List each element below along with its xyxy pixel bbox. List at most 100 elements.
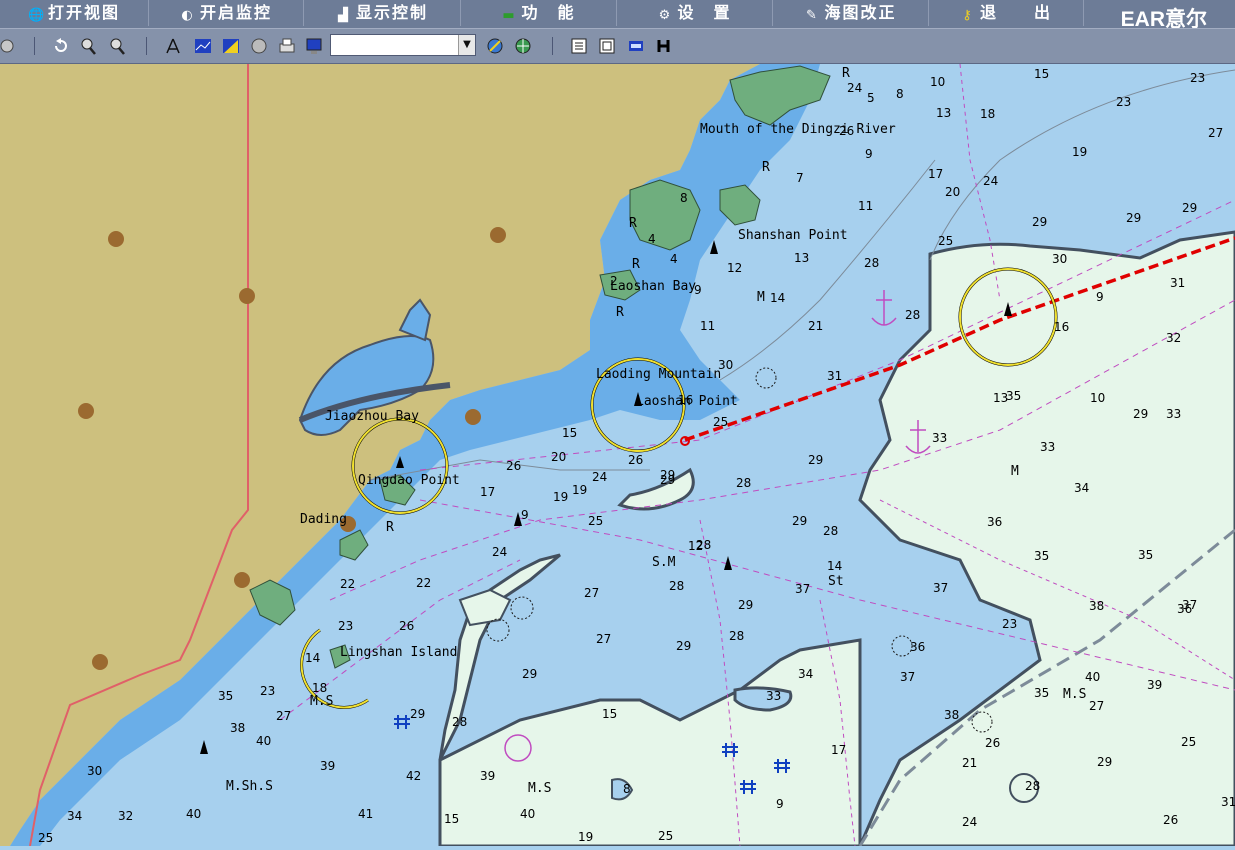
label-m: M — [757, 290, 765, 305]
depth-sounding: 28 — [729, 629, 744, 643]
depth-sounding: 40 — [186, 807, 201, 821]
landmark-dot — [108, 231, 124, 247]
depth-sounding: 26 — [985, 736, 1000, 750]
depth-sounding: 22 — [340, 577, 355, 591]
chart-correction-icon: ✎ — [806, 8, 819, 23]
depth-sounding: 26 — [839, 124, 854, 138]
area-icon[interactable] — [222, 37, 240, 55]
label-r: R — [632, 257, 640, 272]
depth-sounding: 40 — [520, 807, 535, 821]
label-sm: S.M — [652, 555, 676, 570]
landmark-dot — [92, 654, 108, 670]
depth-sounding: 40 — [256, 734, 271, 748]
depth-sounding: 15 — [602, 707, 617, 721]
depth-sounding: 30 — [87, 764, 102, 778]
menu-functions[interactable]: ▬ 功 能 — [461, 0, 617, 26]
depth-sounding: 37 — [795, 582, 810, 596]
zoom-out-icon[interactable] — [108, 37, 126, 55]
depth-sounding: 24 — [983, 174, 998, 188]
navigate-icon[interactable] — [486, 37, 504, 55]
depth-sounding: 19 — [553, 490, 568, 504]
depth-sounding: 16 — [678, 393, 693, 407]
menu-display-control[interactable]: ▟ 显示控制 — [304, 0, 461, 26]
depth-sounding: 36 — [910, 640, 925, 654]
menu-open-view[interactable]: 🌐 打开视图 — [0, 0, 149, 26]
depth-sounding: 17 — [831, 743, 846, 757]
depth-sounding: 14 — [305, 651, 320, 665]
chevron-down-icon[interactable]: ▼ — [458, 35, 475, 55]
depth-sounding: 27 — [596, 632, 611, 646]
depth-sounding: 8 — [680, 191, 688, 205]
depth-sounding: 39 — [480, 769, 495, 783]
depth-sounding: 24 — [592, 470, 607, 484]
depth-sounding: 39 — [320, 759, 335, 773]
globe-tool-icon[interactable] — [250, 37, 268, 55]
depth-sounding: 28 — [669, 579, 684, 593]
depth-sounding: 13 — [794, 251, 809, 265]
layer-select[interactable]: ▼ — [330, 34, 476, 56]
depth-sounding: 9 — [776, 797, 784, 811]
depth-sounding: 15 — [1034, 67, 1049, 81]
label-jiaozhou-bay: Jiaozhou Bay — [325, 409, 419, 424]
monitor-icon[interactable] — [305, 37, 323, 55]
depth-sounding: 38 — [944, 708, 959, 722]
menu-exit[interactable]: ⚷ 退 出 — [929, 0, 1084, 26]
menu-open-view-label: 打开视图 — [47, 3, 120, 22]
h-icon[interactable] — [655, 37, 673, 55]
depth-sounding: 4 — [670, 252, 678, 266]
label-ms: M.S — [1063, 687, 1086, 702]
depth-sounding: 29 — [1182, 201, 1197, 215]
depth-sounding: 24 — [847, 81, 862, 95]
depth-sounding: 27 — [276, 709, 291, 723]
label-st: St — [828, 574, 844, 589]
depth-sounding: 19 — [572, 483, 587, 497]
window-view-icon[interactable] — [598, 37, 616, 55]
depth-sounding: 8 — [896, 87, 904, 101]
monitor-globe-icon: ◐ — [181, 8, 195, 23]
chart-view-icon[interactable] — [194, 37, 212, 55]
panel-view-icon[interactable] — [627, 37, 645, 55]
circle-tool-icon[interactable] — [0, 37, 16, 55]
label-r: R — [629, 216, 637, 231]
undo-icon[interactable] — [52, 37, 70, 55]
label-ms: M.S — [528, 781, 551, 796]
depth-sounding: 29 — [1126, 211, 1141, 225]
depth-sounding: 31 — [1221, 795, 1235, 809]
depth-sounding: 38 — [1089, 599, 1104, 613]
depth-sounding: 12 — [727, 261, 742, 275]
depth-sounding: 28 — [905, 308, 920, 322]
depth-sounding: 31 — [1170, 276, 1185, 290]
depth-sounding: 35 — [1034, 549, 1049, 563]
depth-sounding: 14 — [770, 291, 785, 305]
depth-sounding: 36 — [987, 515, 1002, 529]
depth-sounding: 28 — [823, 524, 838, 538]
depth-sounding: 28 — [864, 256, 879, 270]
depth-sounding: 9 — [694, 283, 702, 297]
print-icon[interactable] — [278, 37, 296, 55]
zoom-in-icon[interactable] — [79, 37, 97, 55]
label-r: R — [842, 66, 850, 81]
key-icon: ⚷ — [962, 8, 974, 23]
depth-sounding: 22 — [416, 576, 431, 590]
menu-chart-correction-label: 海图改正 — [824, 3, 897, 22]
shoal-bank — [733, 686, 793, 712]
nautical-chart[interactable]: Mouth of the Dingzi River Shanshan Point… — [0, 63, 1235, 848]
menu-start-monitoring[interactable]: ◐ 开启监控 — [149, 0, 304, 26]
globe-edit-icon[interactable] — [514, 37, 532, 55]
depth-sounding: 25 — [38, 831, 53, 845]
menu-chart-correction[interactable]: ✎ 海图改正 — [773, 0, 929, 26]
depth-sounding: 26 — [628, 453, 643, 467]
depth-sounding: 26 — [506, 459, 521, 473]
depth-sounding: 7 — [796, 171, 804, 185]
measure-icon[interactable] — [164, 37, 182, 55]
landmark-dot — [465, 409, 481, 425]
depth-sounding: 8 — [623, 782, 631, 796]
depth-sounding: 29 — [660, 468, 675, 482]
depth-sounding: 14 — [827, 559, 842, 573]
grid-view-icon[interactable] — [570, 37, 588, 55]
depth-sounding: 11 — [858, 199, 873, 213]
depth-sounding: 24 — [962, 815, 977, 829]
landmark-dot — [239, 288, 255, 304]
depth-sounding: 25 — [588, 514, 603, 528]
menu-settings[interactable]: ⚙ 设 置 — [617, 0, 773, 26]
